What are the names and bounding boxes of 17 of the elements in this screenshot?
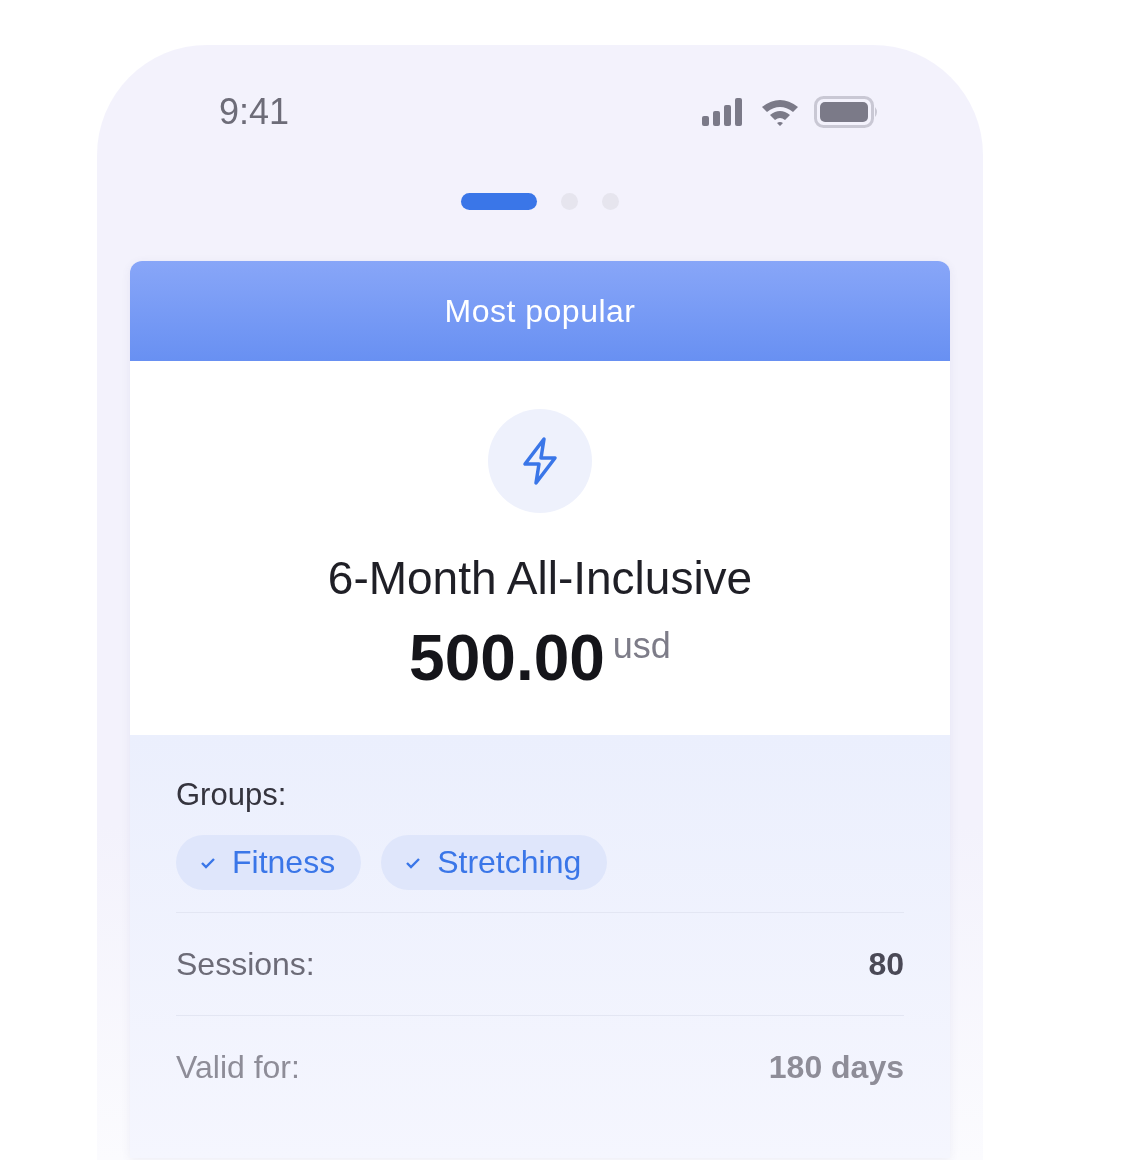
status-time: 9:41 (219, 91, 290, 133)
groups-label: Groups: (176, 777, 288, 813)
detail-value: 80 (868, 945, 904, 983)
plan-title: 6-Month All-Inclusive (327, 551, 753, 605)
detail-label: Sessions: (176, 945, 315, 983)
currency-label: usd (612, 625, 671, 667)
battery-icon (814, 96, 880, 128)
check-icon (405, 856, 422, 869)
detail-label: Valid for: (176, 1048, 300, 1086)
page-indicator[interactable] (461, 192, 537, 210)
group-name: Stretching (437, 844, 582, 881)
group-name: Fitness (232, 844, 336, 881)
wifi-icon (760, 97, 800, 127)
plan-price: 500.00 (409, 621, 605, 695)
popular-label: Most popular (444, 292, 636, 330)
check-icon (200, 856, 216, 869)
detail-value: 180 days (768, 1048, 904, 1086)
